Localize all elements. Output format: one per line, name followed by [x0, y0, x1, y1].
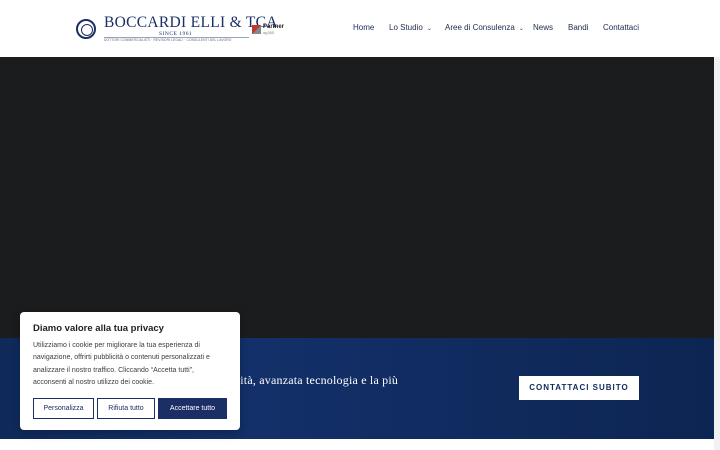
- nav-item-label: Aree di Consulenza: [445, 23, 515, 32]
- cookie-description: Utilizziamo i cookie per migliorare la t…: [33, 342, 210, 386]
- cookie-title: Diamo valore alla tua privacy: [33, 323, 164, 334]
- nav-item-contattaci[interactable]: Contattaci: [603, 23, 639, 32]
- hero-section: [0, 57, 714, 338]
- nav-item-news[interactable]: News: [533, 23, 553, 32]
- seal-icon: [76, 19, 96, 39]
- site-header: BOCCARDI ELLI & TCA SINCE 1961 DOTTORI C…: [0, 0, 720, 57]
- partner-sub: ag365: [263, 30, 275, 35]
- customize-button[interactable]: Personalizza: [33, 398, 94, 419]
- page: BOCCARDI ELLI & TCA SINCE 1961 DOTTORI C…: [0, 0, 720, 450]
- partner-badge: Partner ag365: [252, 24, 286, 36]
- nav-item-aree-di-consulenza[interactable]: Aree di Consulenza ⌄: [445, 23, 524, 32]
- footer-strip: [0, 439, 714, 450]
- nav-item-label: Bandi: [568, 23, 589, 32]
- nav-item-label: Lo Studio: [389, 23, 423, 32]
- logo-tagline: DOTTORI COMMERCIALISTI · REVISORI LEGALI…: [104, 38, 232, 42]
- page-scrollbar[interactable]: [714, 57, 720, 450]
- nav-item-label: Home: [353, 23, 375, 32]
- accept-all-button[interactable]: Accettare tutto: [158, 398, 227, 419]
- nav-item-home[interactable]: Home: [353, 23, 374, 32]
- site-logo[interactable]: BOCCARDI ELLI & TCA SINCE 1961 DOTTORI C…: [76, 14, 286, 44]
- nav-item-bandi[interactable]: Bandi: [568, 23, 588, 32]
- nav-item-label: News: [533, 23, 554, 32]
- nav-item-lo-studio[interactable]: Lo Studio ⌄: [389, 23, 432, 32]
- chevron-down-icon: ⌄: [426, 26, 432, 32]
- reject-all-button[interactable]: Rifiuta tutto: [97, 398, 155, 419]
- nav-item-label: Contattaci: [603, 23, 640, 32]
- cookie-consent-dialog: Diamo valore alla tua privacy Utilizziam…: [20, 312, 240, 430]
- partner-logo-icon: [252, 25, 261, 34]
- contact-now-button[interactable]: CONTATTACI SUBITO: [519, 376, 639, 400]
- chevron-down-icon: ⌄: [518, 26, 524, 32]
